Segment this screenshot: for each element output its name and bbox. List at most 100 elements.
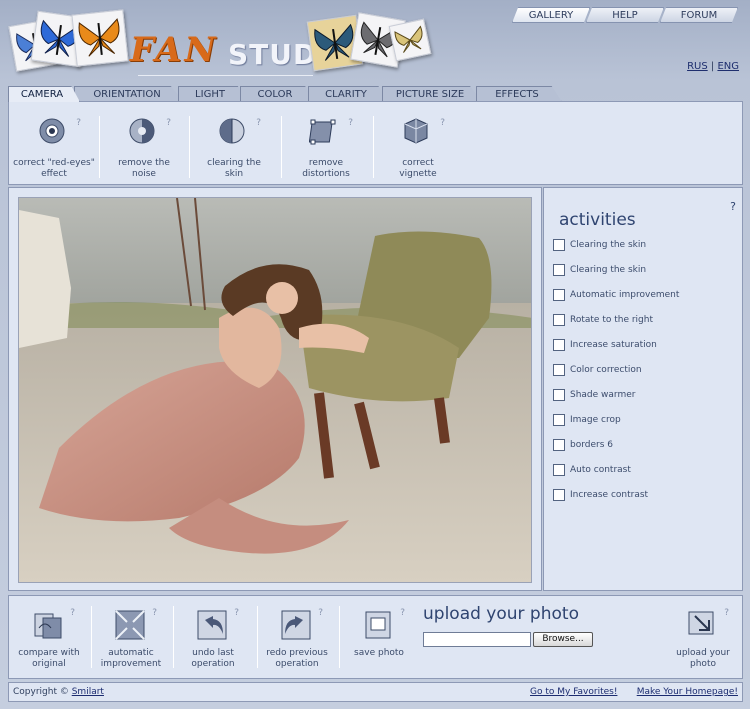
- activity-label: Clearing the skin: [570, 265, 647, 275]
- logo: FAN STUDIO: [8, 8, 432, 76]
- language-switch: RUS | ENG: [687, 61, 739, 72]
- help-mark[interactable]: ?: [166, 118, 171, 128]
- butterfly-icon: [394, 25, 423, 53]
- help-mark[interactable]: ?: [234, 608, 239, 618]
- help-mark[interactable]: ?: [152, 608, 157, 618]
- butterfly-icon: [78, 18, 120, 57]
- auto-improve-button[interactable]: ? automatic improvement: [91, 604, 171, 676]
- activities-help[interactable]: ?: [730, 200, 736, 213]
- compare-icon: [31, 608, 65, 642]
- compare-button[interactable]: ? compare with original: [9, 604, 89, 676]
- activity-label: Automatic improvement: [570, 290, 680, 300]
- copyright: Copyright © Smilart: [13, 687, 104, 697]
- redo-icon: [279, 608, 313, 642]
- activity-item[interactable]: borders 6: [553, 438, 613, 452]
- activity-item[interactable]: Image crop: [553, 413, 621, 427]
- help-mark[interactable]: ?: [256, 118, 261, 128]
- activity-item[interactable]: Auto contrast: [553, 463, 631, 477]
- nav-forum[interactable]: FORUM: [660, 7, 738, 23]
- tab-clarity[interactable]: CLARITY: [308, 86, 388, 102]
- tab-orientation[interactable]: ORIENTATION: [74, 86, 184, 102]
- activity-label: Shade warmer: [570, 390, 636, 400]
- activity-checkbox[interactable]: [553, 414, 565, 426]
- activity-checkbox[interactable]: [553, 364, 565, 376]
- tool-label: clearing the skin: [207, 158, 261, 179]
- footer: Copyright © Smilart Go to My Favorites! …: [8, 682, 743, 702]
- help-mark[interactable]: ?: [440, 118, 445, 128]
- activity-checkbox[interactable]: [553, 239, 565, 251]
- tab-camera[interactable]: CAMERA: [8, 86, 80, 102]
- activity-item[interactable]: Color correction: [553, 363, 642, 377]
- tab-light[interactable]: LIGHT: [178, 86, 246, 102]
- tool-label: undo last operation: [191, 648, 235, 669]
- save-photo-button[interactable]: ? save photo: [339, 604, 419, 676]
- activity-checkbox[interactable]: [553, 439, 565, 451]
- activity-label: Auto contrast: [570, 465, 631, 475]
- tool-label: automatic improvement: [100, 648, 162, 669]
- save-icon: [361, 608, 395, 642]
- activity-label: Image crop: [570, 415, 621, 425]
- tool-label: remove distortions: [302, 158, 350, 179]
- logo-fan-text: FAN: [130, 30, 219, 70]
- upload-file-field[interactable]: [423, 632, 531, 647]
- activity-item[interactable]: Shade warmer: [553, 388, 635, 402]
- tool-tabs: CAMERA ORIENTATION LIGHT COLOR CLARITY P…: [8, 86, 562, 102]
- tool-remove-noise[interactable]: ? remove the noise: [99, 108, 189, 184]
- tool-clearing-skin[interactable]: ? clearing the skin: [189, 108, 279, 184]
- browse-button[interactable]: Browse...: [533, 632, 593, 647]
- redo-button[interactable]: ? redo previous operation: [257, 604, 337, 676]
- activity-item[interactable]: Automatic improvement: [553, 288, 679, 302]
- activity-checkbox[interactable]: [553, 289, 565, 301]
- tool-red-eyes[interactable]: ? correct "red-eyes" effect: [9, 108, 99, 184]
- help-mark[interactable]: ?: [400, 608, 405, 618]
- tool-label: upload your photo: [676, 648, 730, 669]
- bottom-toolbar: ? compare with original ? automatic improv…: [8, 595, 743, 679]
- activity-checkbox[interactable]: [553, 339, 565, 351]
- upload-photo-button[interactable]: ? upload your photo: [663, 604, 743, 676]
- logo-underline: [138, 75, 313, 76]
- top-navigation: GALLERY HELP FORUM: [512, 7, 738, 23]
- activity-checkbox[interactable]: [553, 389, 565, 401]
- activity-label: Rotate to the right: [570, 315, 653, 325]
- activity-item[interactable]: Increase saturation: [553, 338, 657, 352]
- activity-item[interactable]: Clearing the skin: [553, 238, 646, 252]
- undo-button[interactable]: ? undo last operation: [173, 604, 253, 676]
- help-mark[interactable]: ?: [70, 608, 75, 618]
- activity-checkbox[interactable]: [553, 489, 565, 501]
- lang-rus-link[interactable]: RUS: [687, 61, 708, 72]
- brand-link[interactable]: Smilart: [72, 687, 104, 697]
- photo-image: [19, 198, 531, 582]
- tab-effects[interactable]: EFFECTS: [476, 86, 562, 102]
- tool-label: redo previous operation: [266, 648, 328, 669]
- activity-label: Clearing the skin: [570, 240, 647, 250]
- activity-checkbox[interactable]: [553, 314, 565, 326]
- lang-eng-link[interactable]: ENG: [717, 61, 739, 72]
- favorites-link[interactable]: Go to My Favorites!: [530, 687, 617, 697]
- upload-icon: [685, 608, 719, 642]
- tool-correct-vignette[interactable]: ? correct vignette: [373, 108, 463, 184]
- activity-checkbox[interactable]: [553, 464, 565, 476]
- butterfly-card: [388, 18, 432, 62]
- help-mark[interactable]: ?: [724, 608, 729, 618]
- tab-picture-size[interactable]: PICTURE SIZE: [382, 86, 482, 102]
- activity-item[interactable]: Clearing the skin: [553, 263, 646, 277]
- homepage-link[interactable]: Make Your Homepage!: [637, 687, 738, 697]
- activity-item[interactable]: Increase contrast: [553, 488, 648, 502]
- butterfly-card: [71, 9, 129, 67]
- help-mark[interactable]: ?: [76, 118, 81, 128]
- nav-gallery[interactable]: GALLERY: [512, 7, 590, 23]
- distortion-icon: [308, 116, 339, 146]
- help-mark[interactable]: ?: [348, 118, 353, 128]
- help-mark[interactable]: ?: [318, 608, 323, 618]
- skin-icon: [217, 116, 247, 146]
- tab-color[interactable]: COLOR: [240, 86, 314, 102]
- photo-canvas[interactable]: [18, 197, 532, 583]
- nav-help[interactable]: HELP: [586, 7, 664, 23]
- noise-icon: [127, 116, 157, 146]
- header: FAN STUDIO GALLERY HELP FORUM RUS | ENG: [0, 0, 750, 86]
- activity-checkbox[interactable]: [553, 264, 565, 276]
- tool-label: save photo: [354, 648, 404, 658]
- tool-remove-distortions[interactable]: ? remove distortions: [281, 108, 371, 184]
- upload-title: upload your photo: [423, 604, 579, 624]
- activity-item[interactable]: Rotate to the right: [553, 313, 653, 327]
